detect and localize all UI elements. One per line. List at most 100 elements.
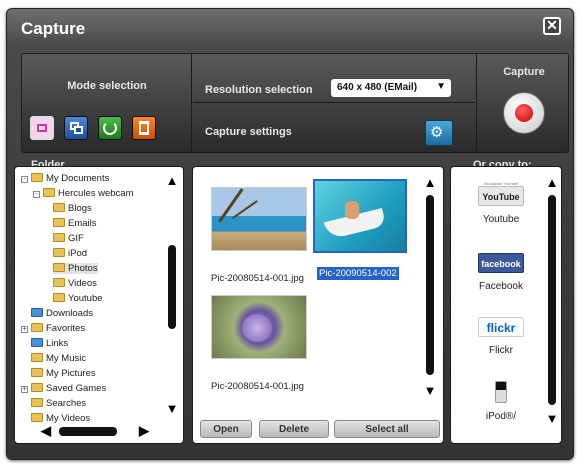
scroll-right-icon[interactable]: ▶ <box>139 423 149 439</box>
mode-selection-label: Mode selection <box>67 80 147 92</box>
file-item[interactable]: Pic-20080514-001.jpg <box>211 187 315 287</box>
file-name: Pic-20080514-001.jpg <box>211 381 304 392</box>
service-flickr[interactable]: flickr Flickr <box>461 317 541 356</box>
mode-burst-button[interactable] <box>64 116 88 140</box>
mode-timer-button[interactable] <box>98 116 122 140</box>
tree-item-saved-games[interactable]: + Saved Games <box>21 383 106 394</box>
copy-vertical-scrollbar[interactable]: ▲ ▼ <box>545 175 559 426</box>
scroll-up-icon[interactable]: ▲ <box>165 173 179 188</box>
download-folder-icon <box>31 308 43 317</box>
scroll-up-icon[interactable]: ▲ <box>545 175 559 190</box>
tree-item-hercules-webcam[interactable]: - Hercules webcam <box>33 188 134 199</box>
tree-item-youtube[interactable]: Youtube <box>53 293 103 304</box>
capture-toolbar: Mode selection Resolution selection 640 … <box>21 53 569 153</box>
file-browser: Pic-20080514-001.jpg Pic-20090514-002 Pi… <box>192 166 444 444</box>
collapse-icon[interactable]: - <box>33 191 40 198</box>
file-name-selected: Pic-20090514-002 <box>317 267 399 280</box>
expand-icon[interactable]: + <box>21 386 28 393</box>
folder-icon <box>53 248 65 257</box>
record-icon <box>515 104 533 122</box>
youtube-logo: YouTube <box>478 186 524 206</box>
resolution-value: 640 x 480 (EMail) <box>337 82 418 93</box>
capture-settings-panel: Capture settings ⚙ <box>193 104 475 152</box>
scroll-down-icon[interactable]: ▼ <box>165 401 179 416</box>
scroll-thumb[interactable] <box>548 195 556 405</box>
scroll-down-icon[interactable]: ▼ <box>545 411 559 426</box>
youtube-tagline: Broadcast Yourself <box>484 181 518 186</box>
folder-tree: - My Documents - Hercules webcam Blogs Ema… <box>14 166 184 444</box>
file-item-selected[interactable]: Pic-20090514-002 <box>313 179 421 291</box>
resolution-panel: Resolution selection 640 x 480 (EMail) ▼ <box>193 54 475 103</box>
capture-label: Capture <box>503 66 545 78</box>
tree-item-videos[interactable]: Videos <box>53 278 97 289</box>
mode-photo-button[interactable] <box>30 116 54 140</box>
delete-button[interactable]: Delete <box>259 420 329 438</box>
service-label: Flickr <box>489 345 513 356</box>
file-thumbnail <box>313 179 407 253</box>
resolution-label: Resolution selection <box>205 84 313 96</box>
service-youtube[interactable]: Broadcast Yourself YouTube Youtube <box>461 181 541 225</box>
file-name: Pic-20080514-001.jpg <box>211 273 304 284</box>
capture-settings-label: Capture settings <box>205 126 292 138</box>
scroll-left-icon[interactable]: ◀ <box>41 423 51 439</box>
file-thumbnail <box>211 295 307 359</box>
tree-item-my-pictures[interactable]: My Pictures <box>31 368 96 379</box>
scroll-thumb[interactable] <box>426 195 434 375</box>
tree-item-my-music[interactable]: My Music <box>31 353 86 364</box>
service-ipod[interactable]: iPod®/ <box>461 381 541 422</box>
copy-to-panel: Broadcast Yourself YouTube Youtube faceb… <box>450 166 562 444</box>
service-label: iPod®/ <box>485 411 517 422</box>
scroll-down-icon[interactable]: ▼ <box>423 383 437 398</box>
tree-item-searches[interactable]: Searches <box>31 398 86 409</box>
folder-icon <box>31 173 43 182</box>
scroll-thumb[interactable] <box>168 245 176 329</box>
refresh-icon <box>103 121 117 135</box>
gear-icon: ⚙ <box>430 124 444 141</box>
service-label: Facebook <box>479 281 523 292</box>
tree-item-my-documents[interactable]: - My Documents <box>21 173 109 184</box>
tree-item-photos[interactable]: Photos <box>53 263 98 274</box>
files-vertical-scrollbar[interactable]: ▲ ▼ <box>423 175 437 399</box>
folder-icon <box>53 278 65 287</box>
pictures-folder-icon <box>31 368 43 377</box>
open-button[interactable]: Open <box>200 420 252 438</box>
tree-item-ipod[interactable]: iPod <box>53 248 87 259</box>
tree-item-emails[interactable]: Emails <box>53 218 97 229</box>
facebook-logo: facebook <box>478 253 524 273</box>
scroll-thumb[interactable] <box>59 427 117 436</box>
tree-item-my-videos[interactable]: My Videos <box>31 413 90 424</box>
select-all-button[interactable]: Select all <box>334 420 440 438</box>
film-icon <box>139 121 149 135</box>
games-folder-icon <box>31 383 43 392</box>
chevron-down-icon: ▼ <box>436 81 446 92</box>
file-thumbnail <box>211 187 307 251</box>
search-folder-icon <box>31 398 43 407</box>
mode-video-button[interactable] <box>132 116 156 140</box>
close-button[interactable]: ✕ <box>543 17 561 35</box>
file-item[interactable]: Pic-20080514-001.jpg <box>211 295 315 395</box>
tree-item-favorites[interactable]: + Favorites <box>21 323 85 334</box>
photo-frame-icon <box>37 124 47 132</box>
expand-icon[interactable]: + <box>21 326 28 333</box>
capture-panel: Capture <box>476 54 570 152</box>
tree-item-blogs[interactable]: Blogs <box>53 203 92 214</box>
resolution-select[interactable]: 640 x 480 (EMail) ▼ <box>331 79 451 97</box>
service-facebook[interactable]: facebook Facebook <box>461 253 541 292</box>
folder-icon <box>53 203 65 212</box>
links-folder-icon <box>31 338 43 347</box>
tree-vertical-scrollbar[interactable]: ▲ ▼ <box>165 173 179 417</box>
tree-item-gif[interactable]: GIF <box>53 233 84 244</box>
mode-selection-panel: Mode selection <box>22 54 192 152</box>
collapse-icon[interactable]: - <box>21 176 28 183</box>
star-folder-icon <box>31 323 43 332</box>
window-title: Capture <box>21 19 86 38</box>
folder-icon <box>43 188 55 197</box>
record-button[interactable] <box>503 92 545 134</box>
capture-settings-button[interactable]: ⚙ <box>425 120 453 146</box>
tree-item-downloads[interactable]: Downloads <box>31 308 93 319</box>
folder-icon <box>53 233 65 242</box>
tree-item-links[interactable]: Links <box>31 338 68 349</box>
service-label: Youtube <box>482 214 520 225</box>
scroll-up-icon[interactable]: ▲ <box>423 175 437 190</box>
tree-horizontal-scrollbar[interactable]: ◀ ▶ <box>41 423 161 439</box>
